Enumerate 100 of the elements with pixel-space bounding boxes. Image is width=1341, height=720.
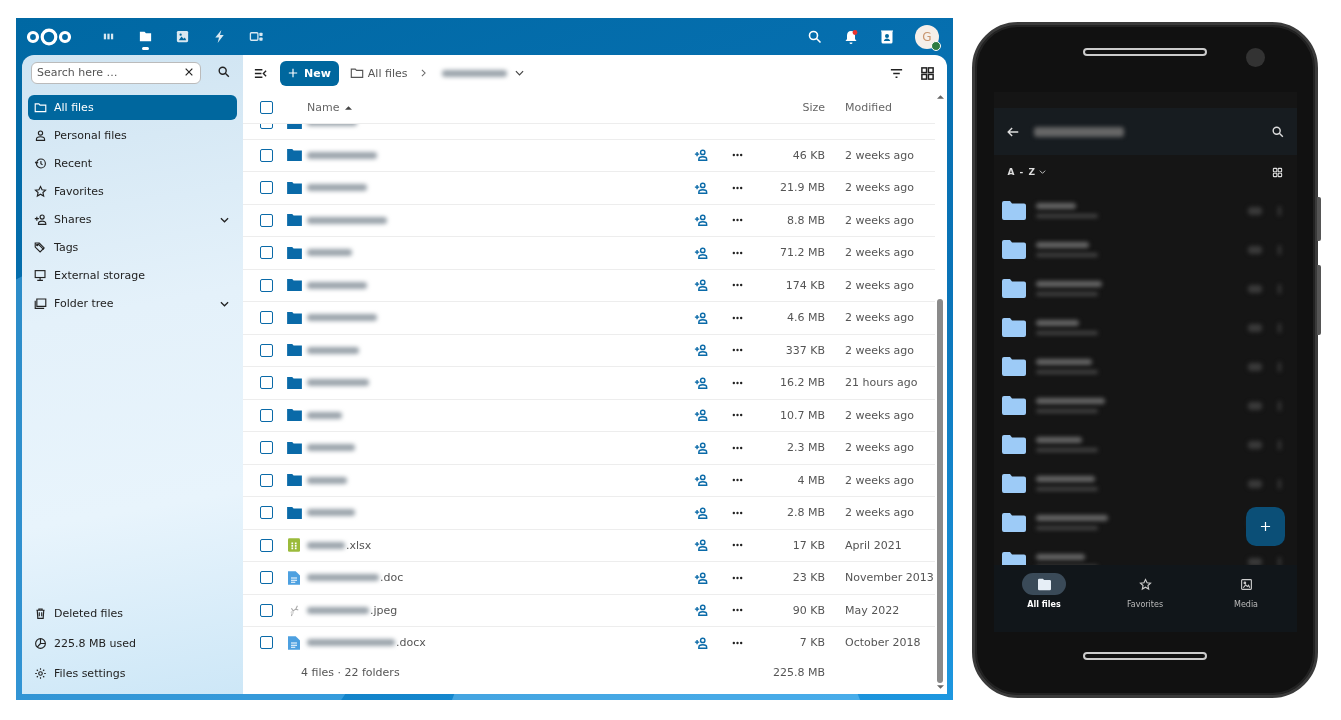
row-checkbox[interactable] [259, 603, 273, 617]
file-row[interactable]: .doc 23 KB November 2013 [243, 562, 935, 595]
file-row[interactable]: 2.3 MB 2 weeks ago [243, 432, 935, 465]
more-actions-icon[interactable] [731, 413, 743, 418]
more-actions-icon[interactable] [731, 348, 743, 353]
file-row[interactable]: 10.7 MB 2 weeks ago [243, 399, 935, 432]
more-actions-icon[interactable] [731, 478, 743, 483]
grid-view-icon[interactable] [1271, 166, 1283, 178]
more-actions-icon[interactable] [731, 315, 743, 320]
modified-column-header[interactable]: Modified [825, 100, 892, 114]
more-actions-icon[interactable] [731, 640, 743, 645]
sidebar-footer-item[interactable]: Files settings [28, 661, 237, 686]
more-actions-icon[interactable] [731, 380, 743, 385]
breadcrumb-link[interactable]: All files [349, 66, 408, 80]
new-button[interactable]: New [280, 60, 339, 86]
more-actions-icon[interactable] [731, 575, 743, 580]
row-checkbox[interactable] [259, 473, 273, 487]
sidebar-item[interactable]: Recent [28, 151, 237, 176]
file-row[interactable]: .xlsx 17 KB April 2021 [243, 529, 935, 562]
more-actions-icon[interactable] [731, 445, 743, 450]
file-row[interactable]: 2.8 MB 2 weeks ago [243, 497, 935, 530]
more-actions-icon[interactable] [731, 218, 743, 223]
chevron-down-icon[interactable] [220, 300, 229, 307]
file-row[interactable]: 337 KB 2 weeks ago [243, 334, 935, 367]
row-checkbox[interactable] [259, 311, 273, 325]
file-row[interactable]: 16.2 MB 21 hours ago [243, 367, 935, 400]
file-row[interactable]: 71.2 MB 2 weeks ago [243, 237, 935, 270]
sort-order-button[interactable]: A - Z [1007, 167, 1046, 177]
share-icon[interactable] [694, 538, 708, 553]
more-actions-icon[interactable] [731, 283, 743, 288]
row-checkbox[interactable] [259, 343, 273, 357]
contacts-icon[interactable] [879, 28, 895, 45]
row-checkbox[interactable] [259, 506, 273, 520]
logo-icon[interactable] [26, 27, 72, 46]
share-icon[interactable] [694, 473, 708, 488]
sidebar-footer-item[interactable]: Deleted files [28, 601, 237, 626]
more-actions-icon[interactable] [731, 608, 743, 613]
row-checkbox[interactable] [259, 181, 273, 195]
file-row[interactable]: 4.6 MB 2 weeks ago [243, 302, 935, 335]
chevron-down-icon[interactable] [515, 70, 525, 76]
file-row[interactable]: 21.9 MB 2 weeks ago [243, 172, 935, 205]
sidebar-item[interactable]: Personal files [28, 123, 237, 148]
sidebar-item[interactable]: Folder tree [28, 291, 237, 316]
size-column-header[interactable]: Size [802, 100, 825, 114]
search-icon[interactable] [1270, 124, 1285, 139]
sidebar-footer-item[interactable]: 225.8 MB used [28, 631, 237, 656]
share-icon[interactable] [694, 635, 708, 650]
share-icon[interactable] [694, 213, 708, 228]
more-actions-icon[interactable] [731, 153, 743, 158]
more-actions-icon[interactable] [731, 185, 743, 190]
file-row[interactable]: 46 KB 2 weeks ago [243, 139, 935, 172]
scroll-up-icon[interactable] [936, 94, 944, 99]
more-actions-icon[interactable] [731, 543, 743, 548]
row-checkbox[interactable] [259, 213, 273, 227]
row-checkbox[interactable] [259, 376, 273, 390]
sidebar-item[interactable]: Tags [28, 235, 237, 260]
share-icon[interactable] [694, 180, 708, 195]
grid-view-icon[interactable] [920, 65, 935, 81]
row-checkbox[interactable] [259, 148, 273, 162]
share-icon[interactable] [694, 375, 708, 390]
clear-icon[interactable] [184, 67, 194, 77]
row-checkbox[interactable] [259, 441, 273, 455]
sidebar-item[interactable]: Shares [28, 207, 237, 232]
notifications-bell-icon[interactable] [843, 28, 859, 45]
row-checkbox[interactable] [259, 538, 273, 552]
nav-tab[interactable]: Media [1206, 573, 1286, 609]
row-checkbox[interactable] [259, 571, 273, 585]
row-checkbox[interactable] [259, 636, 273, 650]
file-row[interactable]: .jpeg 90 KB May 2022 [243, 594, 935, 627]
sidebar-item[interactable]: All files [28, 95, 237, 120]
search-field[interactable]: Search here … [31, 61, 201, 84]
name-column-header[interactable]: Name [307, 100, 353, 114]
share-icon[interactable] [694, 408, 708, 423]
row-checkbox[interactable] [259, 408, 273, 422]
scroll-down-icon[interactable] [936, 685, 944, 690]
search-icon[interactable] [217, 65, 231, 79]
file-row[interactable]: 174 KB 2 weeks ago [243, 269, 935, 302]
share-icon[interactable] [694, 310, 708, 325]
share-icon[interactable] [694, 603, 708, 618]
row-checkbox[interactable] [259, 246, 273, 260]
share-icon[interactable] [694, 278, 708, 293]
sidebar-item[interactable]: Favorites [28, 179, 237, 204]
share-icon[interactable] [694, 570, 708, 585]
add-button[interactable] [1245, 507, 1285, 546]
more-actions-icon[interactable] [731, 510, 743, 515]
share-icon[interactable] [694, 148, 708, 163]
share-icon[interactable] [694, 440, 708, 455]
select-all-checkbox[interactable] [259, 100, 273, 114]
share-icon[interactable] [694, 505, 708, 520]
nav-tab[interactable]: All files [1004, 573, 1084, 609]
chevron-down-icon[interactable] [220, 216, 229, 223]
more-actions-icon[interactable] [731, 250, 743, 255]
file-row[interactable]: .docx 7 KB October 2018 [243, 627, 935, 656]
file-row[interactable]: 4 MB 2 weeks ago [243, 464, 935, 497]
share-icon[interactable] [694, 343, 708, 358]
row-checkbox[interactable] [259, 278, 273, 292]
sidebar-item[interactable]: External storage [28, 263, 237, 288]
share-icon[interactable] [694, 245, 708, 260]
file-row[interactable]: 8.8 MB 2 weeks ago [243, 204, 935, 237]
nav-tab[interactable]: Favorites [1105, 573, 1185, 609]
